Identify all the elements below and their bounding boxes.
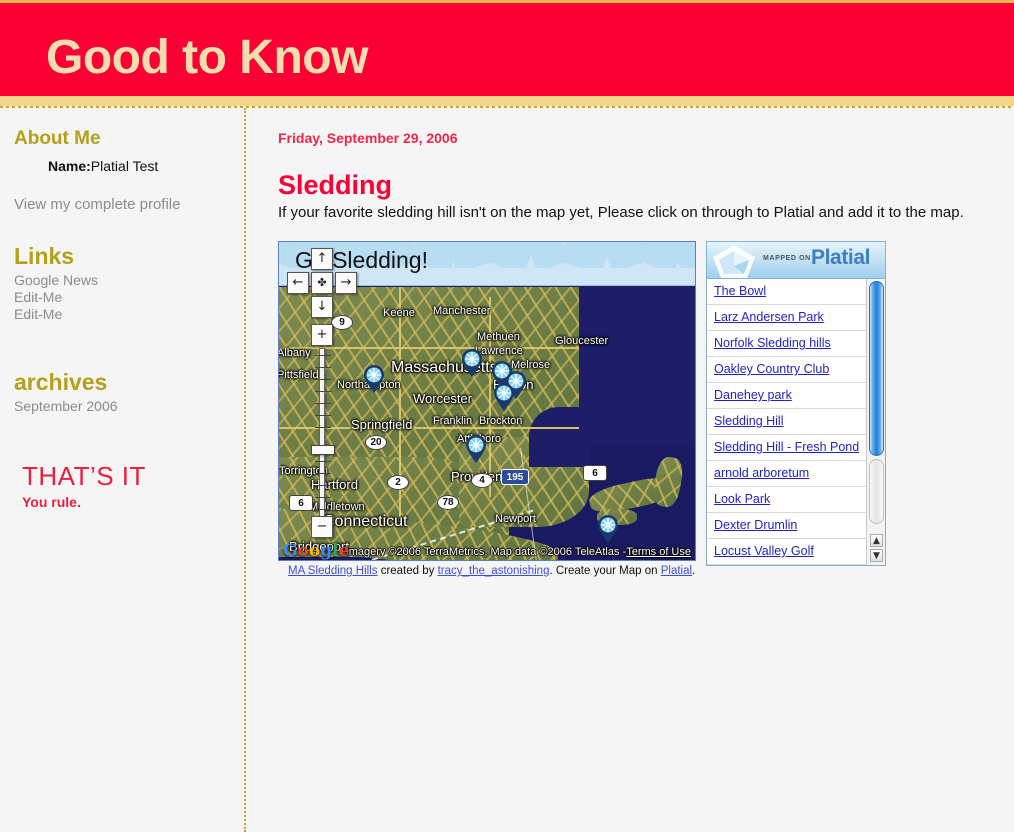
- list-item[interactable]: arnold arboretum: [707, 461, 866, 487]
- map-pan-right-button[interactable]: →: [335, 272, 357, 294]
- profile-name-label: Name:: [48, 158, 91, 174]
- map-shield-20: 20: [365, 435, 387, 450]
- list-item[interactable]: Sledding Hill: [707, 409, 866, 435]
- map-shield-4: 4: [471, 473, 493, 488]
- place-link-danehey-park[interactable]: Danehey park: [714, 388, 792, 402]
- map-pan-down-button[interactable]: ↓: [311, 296, 333, 318]
- list-item[interactable]: Norfolk Sledding hills: [707, 331, 866, 357]
- created-by-text: created by: [380, 565, 435, 577]
- place-link-look-park[interactable]: Look Park: [714, 492, 770, 506]
- place-link-sledding-hill-fresh-pond[interactable]: Sledding Hill - Fresh Pond: [714, 440, 859, 454]
- platial-wordmark: Platial: [811, 246, 871, 269]
- map-marker-snowflake[interactable]: [493, 383, 515, 411]
- map-pan-left-button[interactable]: ←: [287, 272, 309, 294]
- post-date: Friday, September 29, 2006: [278, 130, 458, 146]
- sidebar: About Me Name:Platial Test View my compl…: [0, 108, 246, 832]
- terms-of-use-link[interactable]: Terms of Use: [626, 546, 691, 558]
- page-title: Good to Know: [46, 31, 368, 84]
- place-link-arnold-arboretum[interactable]: arnold arboretum: [714, 466, 809, 480]
- map-widget: Go Sledding! Keene Manchester Methuen La…: [278, 241, 696, 578]
- caption-period: .: [692, 565, 696, 577]
- thats-it-heading: THAT’S IT: [22, 461, 146, 491]
- map-zoom-in-button[interactable]: +: [311, 324, 333, 346]
- map-pan-up-button[interactable]: ↑: [311, 248, 333, 270]
- list-item[interactable]: Locust Valley Golf: [707, 539, 866, 565]
- caption-tail-text: . Create your Map on: [549, 565, 661, 577]
- links-heading: Links: [14, 243, 75, 269]
- map-canvas[interactable]: Keene Manchester Methuen Lawrence Glouce…: [279, 287, 695, 560]
- blog-header: Good to Know: [0, 0, 1014, 96]
- map-zoom-slider[interactable]: [311, 348, 335, 520]
- sidebar-link-edit-me-2[interactable]: Edit-Me: [14, 306, 244, 323]
- list-item[interactable]: Larz Andersen Park: [707, 305, 866, 331]
- map-attribution-text: Imagery ©2006 TerraMetrics, Map data ©20…: [345, 546, 627, 558]
- post-body: If your favorite sledding hill isn't on …: [278, 204, 964, 221]
- profile-name-value: Platial Test: [90, 158, 159, 174]
- google-logo-o2: o: [308, 541, 321, 561]
- map-author-link[interactable]: tracy_the_astonishing: [438, 565, 550, 577]
- widget-row: Go Sledding! Keene Manchester Methuen La…: [278, 241, 1014, 578]
- platial-list-scrollbar[interactable]: ▲ ▼: [866, 279, 885, 565]
- list-item[interactable]: Oakley Country Club: [707, 357, 866, 383]
- google-logo-o1: o: [297, 541, 309, 561]
- page-body: About Me Name:Platial Test View my compl…: [0, 108, 1014, 832]
- list-item[interactable]: The Bowl: [707, 279, 866, 305]
- map-shield-78: 78: [437, 495, 459, 510]
- map-marker-snowflake[interactable]: [461, 349, 483, 377]
- sidebar-link-google-news[interactable]: Google News: [14, 272, 244, 289]
- platial-list-container: The Bowl Larz Andersen Park Norfolk Sled…: [706, 279, 886, 566]
- map-shield-9: 9: [331, 315, 353, 330]
- google-logo-e: e: [338, 541, 350, 561]
- place-link-norfolk-sledding-hills[interactable]: Norfolk Sledding hills: [714, 336, 831, 350]
- place-link-dexter-drumlin[interactable]: Dexter Drumlin: [714, 518, 797, 532]
- you-rule-text: You rule.: [22, 494, 81, 510]
- archive-link-september-2006[interactable]: September 2006: [14, 398, 244, 415]
- main-content: Friday, September 29, 2006 Sledding If y…: [246, 108, 1014, 832]
- platial-logo-icon: [713, 245, 755, 278]
- map-caption: MA Sledding Hills created by tracy_the_a…: [278, 564, 696, 578]
- google-logo: Google: [283, 543, 349, 560]
- map-zoom-out-button[interactable]: −: [311, 516, 333, 538]
- map-marker-snowflake[interactable]: [363, 365, 385, 393]
- post-title: Sledding: [278, 170, 392, 200]
- place-link-locust-valley-golf[interactable]: Locust Valley Golf: [714, 544, 814, 558]
- list-item[interactable]: Sledding Hill - Fresh Pond: [707, 435, 866, 461]
- map-name-link[interactable]: MA Sledding Hills: [288, 565, 377, 577]
- map-recenter-button[interactable]: ✤: [311, 272, 333, 294]
- list-item[interactable]: Look Park: [707, 487, 866, 513]
- profile-name-row: Name:Platial Test: [48, 158, 244, 174]
- google-logo-g1: G: [283, 541, 298, 561]
- map-shield-i195: 195: [501, 469, 529, 485]
- thats-it-block: THAT’S IT You rule.: [14, 461, 244, 510]
- view-profile-link[interactable]: View my complete profile: [14, 196, 244, 213]
- map-marker-snowflake[interactable]: [465, 435, 487, 463]
- archives-heading: archives: [14, 369, 108, 395]
- scroll-up-arrow-icon[interactable]: ▲: [870, 534, 883, 547]
- platial-header: MAPPED ON Platial: [706, 241, 886, 279]
- map-shield-2: 2: [387, 475, 409, 490]
- platial-place-list: The Bowl Larz Andersen Park Norfolk Sled…: [707, 279, 866, 565]
- map-shield-6b: 6: [583, 465, 607, 481]
- map-shield-6a: 6: [289, 495, 313, 511]
- scroll-down-arrow-icon[interactable]: ▼: [870, 549, 883, 562]
- map-zoom-slider-handle[interactable]: [311, 445, 335, 455]
- place-link-larz-andersen-park[interactable]: Larz Andersen Park: [714, 310, 824, 324]
- place-link-the-bowl[interactable]: The Bowl: [714, 284, 766, 298]
- map-frame[interactable]: Go Sledding! Keene Manchester Methuen La…: [278, 241, 696, 561]
- place-link-sledding-hill[interactable]: Sledding Hill: [714, 414, 783, 428]
- list-item[interactable]: Danehey park: [707, 383, 866, 409]
- platial-panel: MAPPED ON Platial The Bowl Larz Andersen…: [706, 241, 886, 566]
- place-link-oakley-country-club[interactable]: Oakley Country Club: [714, 362, 829, 376]
- sidebar-link-edit-me-1[interactable]: Edit-Me: [14, 289, 244, 306]
- google-logo-g2: g: [320, 541, 333, 561]
- platial-link[interactable]: Platial: [661, 565, 692, 577]
- list-item[interactable]: Dexter Drumlin: [707, 513, 866, 539]
- about-me-heading: About Me: [14, 128, 101, 149]
- scrollbar-track-lower[interactable]: [869, 459, 884, 524]
- map-marker-snowflake[interactable]: [597, 515, 619, 543]
- platial-mapped-on-label: MAPPED ON: [763, 255, 811, 262]
- scrollbar-thumb[interactable]: [869, 281, 884, 456]
- header-band: [0, 96, 1014, 106]
